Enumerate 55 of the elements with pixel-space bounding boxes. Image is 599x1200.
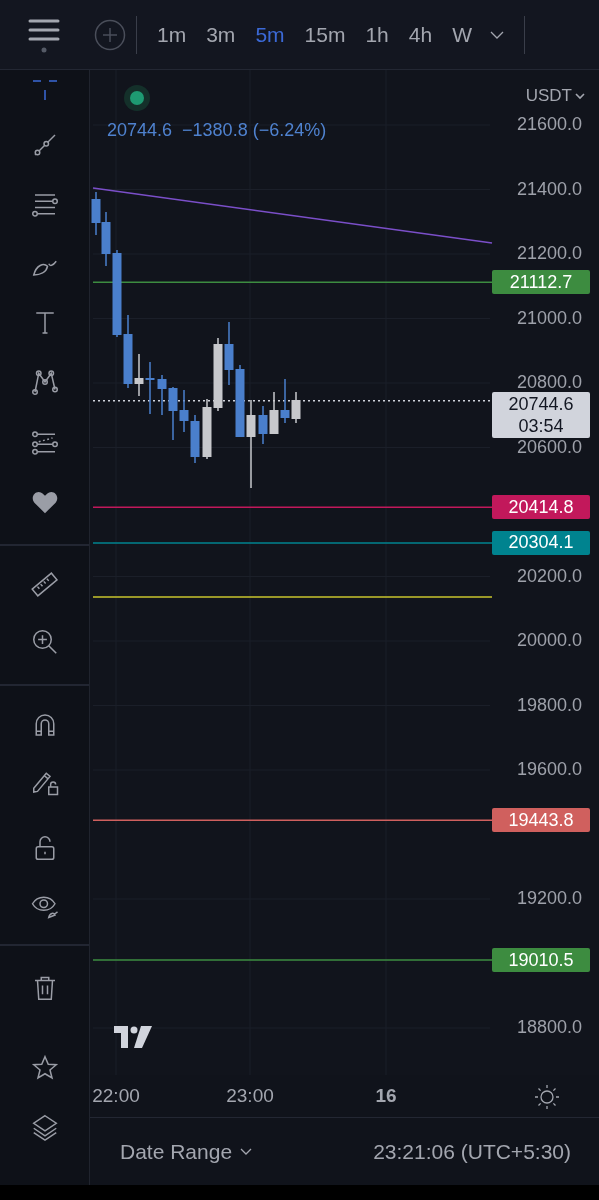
- level-price-tag: 19010.5: [492, 948, 590, 973]
- price-axis-label: 19200.0: [516, 890, 582, 906]
- price-change: −1380.8 (−6.24%): [182, 120, 327, 141]
- status-dot-icon: [123, 84, 151, 112]
- interval-tab[interactable]: 1h: [355, 22, 399, 47]
- candle: [91, 191, 101, 236]
- candle: [224, 321, 234, 386]
- candle: [280, 378, 290, 424]
- price-axis-label: 21000.0: [516, 309, 582, 326]
- settings-icon[interactable]: [534, 1084, 560, 1110]
- ruler-icon[interactable]: [29, 570, 60, 600]
- bar-countdown: 03:54: [518, 414, 564, 437]
- candle: [179, 389, 189, 433]
- candle: [157, 374, 167, 416]
- currency-selector[interactable]: USDT: [525, 86, 585, 106]
- date-range-button[interactable]: Date Range: [120, 1139, 253, 1164]
- interval-tab[interactable]: 1m: [147, 22, 197, 47]
- price-axis-label: 18800.0: [516, 1019, 582, 1035]
- last-price-value: 20744.6: [508, 392, 574, 415]
- pattern-icon[interactable]: [29, 367, 60, 397]
- clock[interactable]: 23:21:06 (UTC+5:30): [373, 1139, 571, 1164]
- level-price-tag: 19443.8: [492, 808, 590, 833]
- last-price: 20744.6: [107, 120, 173, 141]
- caret-icon: [575, 92, 585, 100]
- candle: [202, 398, 212, 460]
- channel-icon[interactable]: [29, 428, 60, 458]
- candle: [291, 391, 301, 424]
- price-axis-label: 21600.0: [516, 116, 582, 132]
- candle: [258, 405, 268, 445]
- interval-tab[interactable]: W: [442, 22, 482, 47]
- level-price-tag: 20414.8: [492, 495, 590, 520]
- interval-tab[interactable]: 15m: [294, 22, 356, 47]
- price-axis-label: 20200.0: [516, 567, 582, 584]
- time-axis-label: 16: [375, 1085, 397, 1107]
- price-axis-label: 19600.0: [516, 761, 582, 777]
- interval-tab[interactable]: 4h: [398, 22, 443, 47]
- interval-tab[interactable]: 5m: [245, 22, 295, 47]
- interval-tab[interactable]: 3m: [196, 22, 246, 47]
- time-axis-label: 23:00: [226, 1085, 274, 1107]
- caret-icon[interactable]: [489, 30, 504, 39]
- candle: [145, 361, 155, 415]
- level-price-tag: 21112.7: [492, 270, 590, 295]
- level-price-tag: 20304.1: [492, 530, 590, 555]
- price-axis-label: 19800.0: [516, 696, 582, 713]
- price-axis-label: 20800.0: [516, 374, 582, 390]
- caret-icon: [240, 1148, 253, 1155]
- candle: [168, 386, 178, 441]
- logo-icon: [114, 1026, 152, 1048]
- price-axis-label: 21400.0: [516, 180, 582, 197]
- price-axis-label: 20600.0: [516, 438, 582, 455]
- time-axis-label: 22:00: [92, 1085, 140, 1107]
- candle: [269, 391, 279, 435]
- price-axis-label: 20000.0: [516, 632, 582, 648]
- price-axis-label: 21200.0: [516, 245, 582, 261]
- candle: [190, 414, 200, 464]
